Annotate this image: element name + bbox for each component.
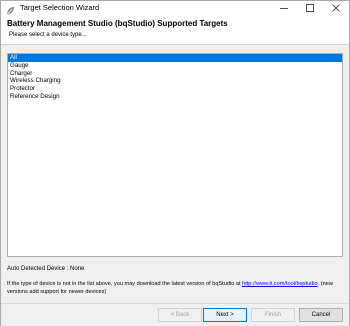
bqstudio-leaf-icon — [5, 3, 15, 16]
info-text-before: If the type of device is not in the list… — [7, 281, 243, 287]
page-subtitle: Please select a device type... — [9, 32, 87, 38]
device-type-list[interactable]: All Gauge Charger Wireless Charging Prot… — [7, 53, 343, 257]
minimize-icon[interactable] — [271, 1, 297, 15]
maximize-icon[interactable] — [297, 1, 323, 15]
page-title: Battery Management Studio (bqStudio) Sup… — [7, 19, 228, 28]
auto-detected-device-label: Auto Detected Device : None — [7, 266, 85, 272]
list-item-protector[interactable]: Protector — [8, 85, 342, 93]
download-info-text: If the type of device is not in the list… — [7, 280, 347, 296]
finish-button[interactable]: Finish — [251, 308, 295, 322]
cancel-button[interactable]: Cancel — [299, 308, 343, 322]
next-button[interactable]: Next > — [203, 308, 247, 322]
back-button[interactable]: < Back — [158, 308, 202, 322]
wizard-button-bar: < Back Next > Finish Cancel — [1, 303, 349, 326]
list-item-wireless-charging[interactable]: Wireless Charging — [8, 77, 342, 85]
bqstudio-download-link[interactable]: http://www.ti.com/tool/bqstudio — [242, 281, 318, 287]
list-item-charger[interactable]: Charger — [8, 70, 342, 78]
wizard-header: Battery Management Studio (bqStudio) Sup… — [1, 15, 349, 45]
close-icon[interactable] — [323, 1, 349, 15]
list-item-reference-design[interactable]: Reference Design — [8, 93, 342, 101]
title-bar: Target Selection Wizard — [1, 1, 349, 16]
list-item-gauge[interactable]: Gauge — [8, 62, 342, 70]
list-item-all[interactable]: All — [8, 54, 342, 62]
window-title: Target Selection Wizard — [20, 3, 100, 12]
wizard-window: Target Selection Wizard Battery Manageme… — [0, 0, 350, 326]
